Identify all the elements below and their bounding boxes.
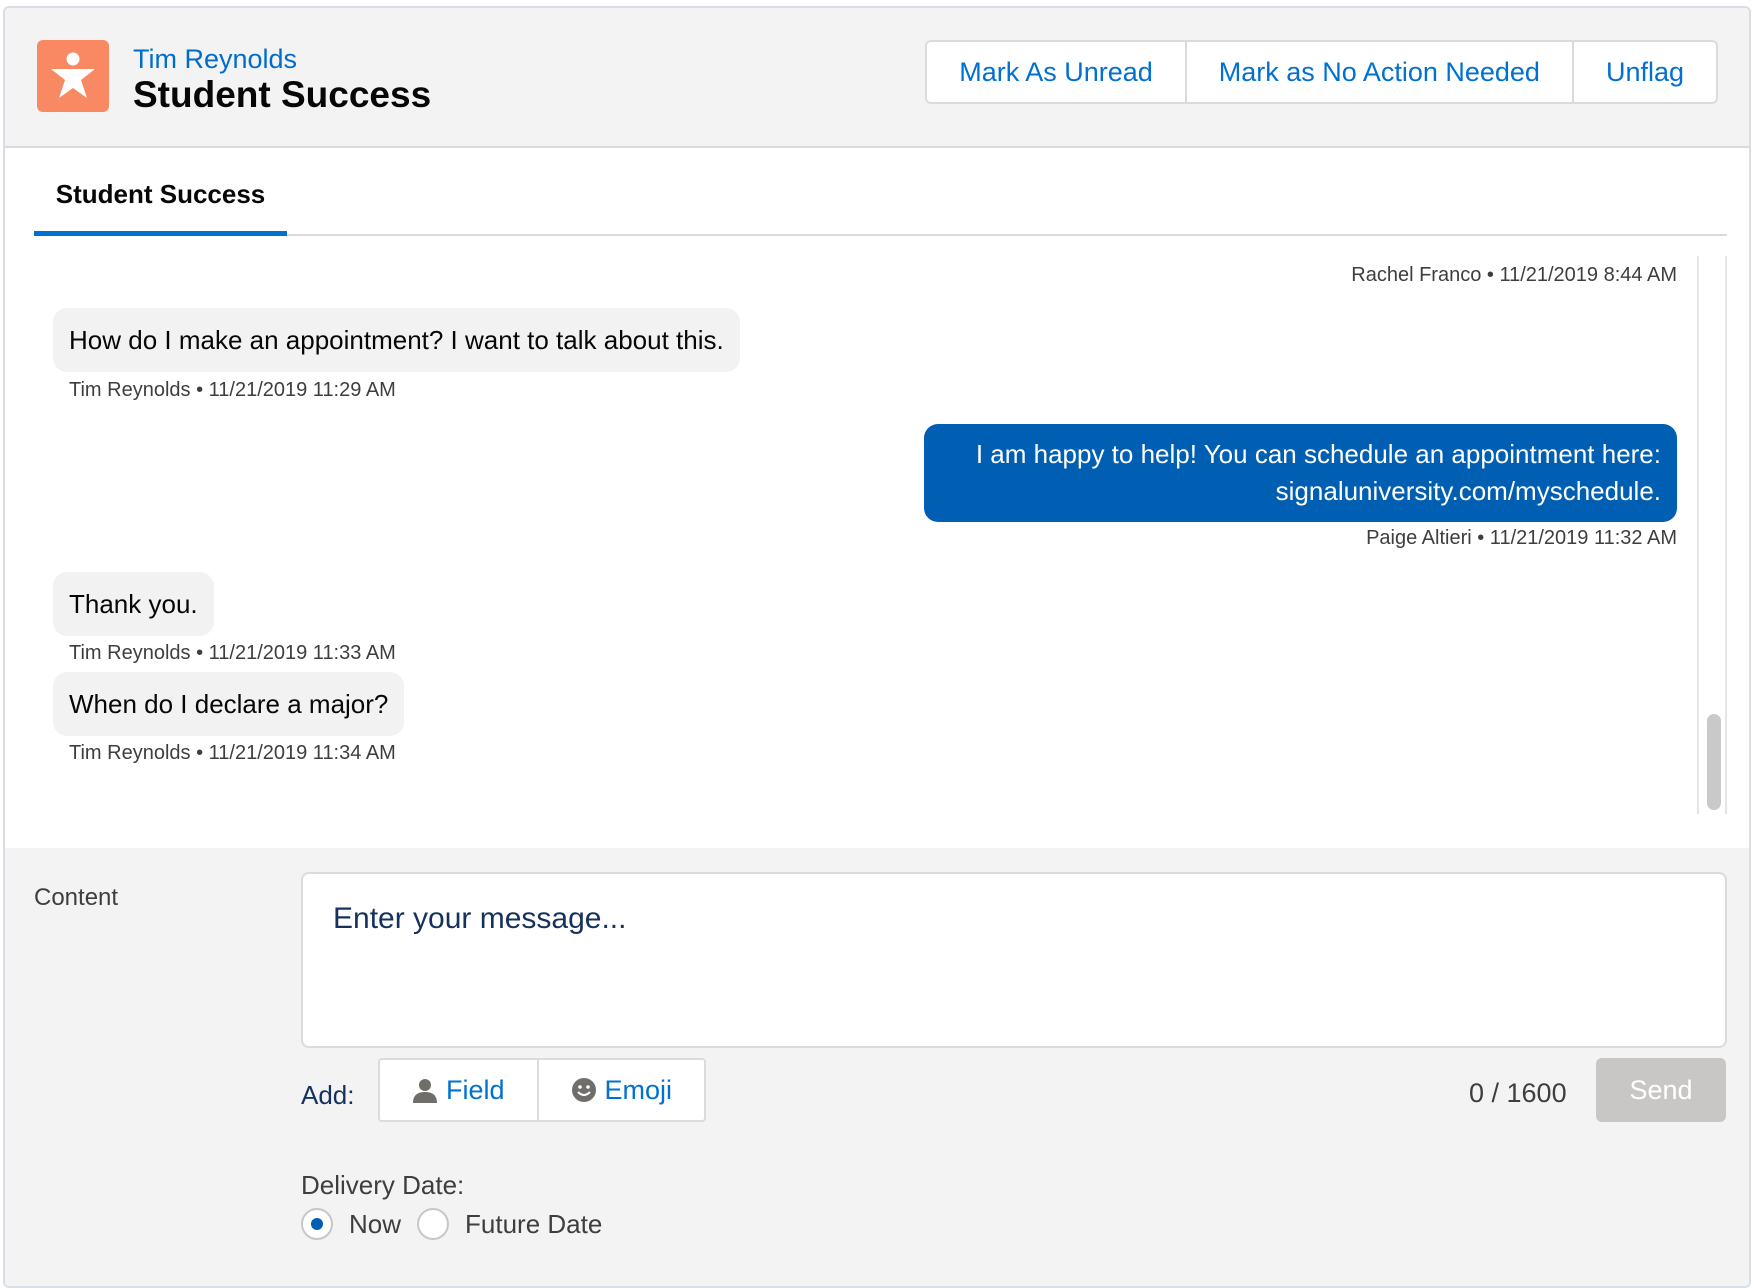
scrollbar-thumb[interactable] xyxy=(1707,714,1721,810)
send-button[interactable]: Send xyxy=(1596,1058,1726,1122)
header-action-buttons: Mark As Unread Mark as No Action Needed … xyxy=(925,40,1718,104)
delivery-future-label[interactable]: Future Date xyxy=(465,1209,602,1240)
add-emoji-button[interactable]: Emoji xyxy=(536,1060,705,1120)
conversation-scrollbar[interactable] xyxy=(1697,256,1727,814)
delivery-future-radio[interactable] xyxy=(417,1208,450,1240)
delivery-now-label[interactable]: Now xyxy=(349,1209,401,1240)
message-meta: Paige Altieri • 11/21/2019 11:32 AM xyxy=(1366,527,1677,549)
add-buttons: Field Emoji xyxy=(378,1058,707,1122)
content-label: Content xyxy=(34,884,119,911)
character-counter: 0 / 1600 xyxy=(1469,1078,1567,1108)
message-composer: Content Add: Field Emoji 0 / xyxy=(5,848,1749,1286)
user-icon xyxy=(413,1079,437,1103)
message-meta: Tim Reynolds • 11/21/2019 11:33 AM xyxy=(69,642,396,664)
record-header: Tim Reynolds Student Success Mark As Unr… xyxy=(5,8,1749,148)
message-text: When do I declare a major? xyxy=(69,688,389,719)
add-label: Add: xyxy=(301,1080,355,1110)
mark-no-action-needed-button[interactable]: Mark as No Action Needed xyxy=(1184,42,1572,102)
incoming-message-bubble: How do I make an appointment? I want to … xyxy=(53,308,740,372)
add-field-button[interactable]: Field xyxy=(380,1060,537,1120)
message-text: Thank you. xyxy=(69,588,198,619)
add-emoji-label: Emoji xyxy=(604,1074,673,1105)
add-field-label: Field xyxy=(446,1074,505,1105)
incoming-message-bubble: When do I declare a major? xyxy=(53,672,405,736)
unflag-button[interactable]: Unflag xyxy=(1571,42,1716,102)
tab-bar: Student Success xyxy=(34,158,1727,236)
outgoing-message-bubble: I am happy to help! You can schedule an … xyxy=(924,424,1677,522)
message-meta: Rachel Franco • 11/21/2019 8:44 AM xyxy=(1351,264,1677,286)
delivery-now-radio[interactable] xyxy=(301,1208,333,1240)
mark-as-unread-button[interactable]: Mark As Unread xyxy=(927,42,1185,102)
page-title: Student Success xyxy=(133,74,432,115)
delivery-date-label: Delivery Date: xyxy=(301,1170,465,1200)
delivery-date-options: Now Future Date xyxy=(301,1208,618,1240)
smiley-icon xyxy=(571,1078,596,1102)
message-input[interactable] xyxy=(301,872,1727,1048)
message-meta: Tim Reynolds • 11/21/2019 11:34 AM xyxy=(69,742,396,764)
message-meta: Tim Reynolds • 11/21/2019 11:29 AM xyxy=(69,379,396,401)
person-star-icon xyxy=(37,40,109,112)
conversation-thread: Rachel Franco • 11/21/2019 8:44 AM How d… xyxy=(5,238,1749,848)
message-text: How do I make an appointment? I want to … xyxy=(69,324,724,355)
record-owner-link[interactable]: Tim Reynolds xyxy=(133,44,297,75)
incoming-message-bubble: Thank you. xyxy=(53,572,214,636)
message-link-text[interactable]: signaluniversity.com/myschedule. xyxy=(1276,473,1661,510)
messaging-window: Tim Reynolds Student Success Mark As Unr… xyxy=(3,6,1751,1288)
tab-student-success[interactable]: Student Success xyxy=(34,158,287,236)
message-text: I am happy to help! You can schedule an … xyxy=(975,439,1661,469)
